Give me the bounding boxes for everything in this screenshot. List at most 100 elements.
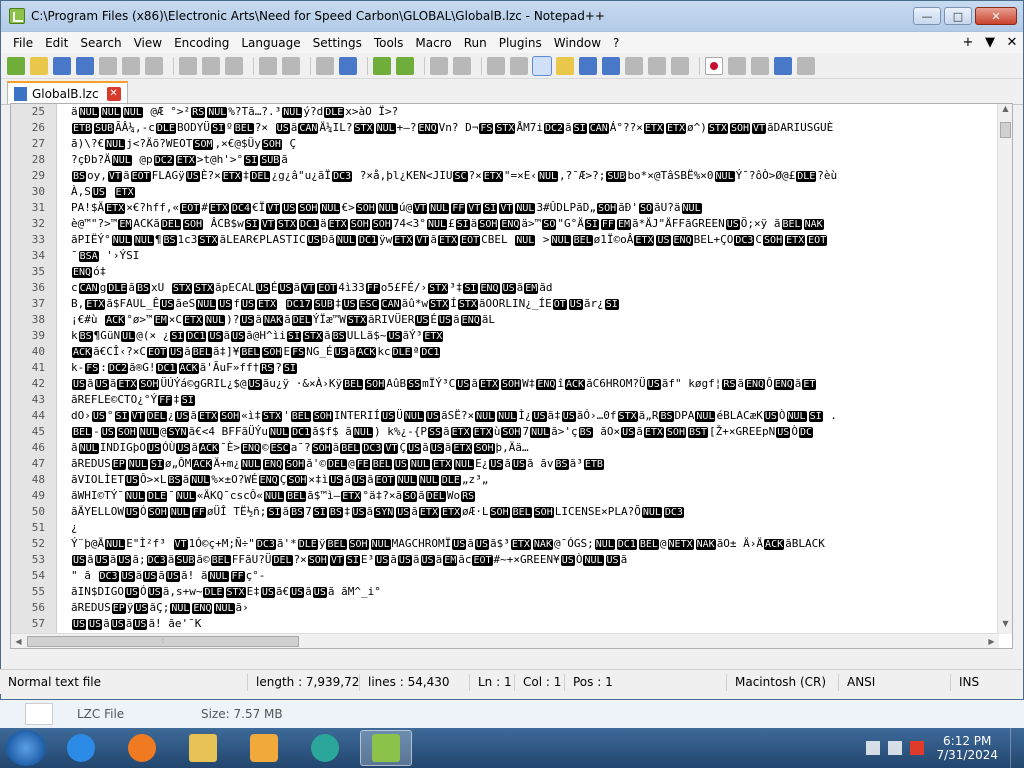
open-file-icon[interactable] [30, 56, 48, 75]
notepadpp-app-icon[interactable] [9, 8, 25, 24]
show-desktop-button[interactable] [1010, 728, 1024, 768]
start-button-icon[interactable] [6, 730, 46, 766]
editor-line[interactable]: 31 PA!$Ä ETX ×€?hff,« EOT # ETX DC4 €Ï VT US SOH NUL… [11, 200, 999, 216]
scroll-left-icon[interactable]: ◀ [11, 634, 26, 648]
taskbar-notepadpp[interactable] [360, 730, 412, 766]
menu-encoding[interactable]: Encoding [168, 36, 235, 50]
menu-plugins[interactable]: Plugins [493, 36, 548, 50]
user-language-icon[interactable] [556, 56, 574, 75]
editor-line[interactable]: 51 ¿ [11, 520, 999, 536]
menu-view[interactable]: View [128, 36, 168, 50]
volume-muted-icon[interactable] [910, 741, 925, 755]
status-eol[interactable]: Macintosh (CR) [727, 673, 839, 691]
minimize-button[interactable]: — [913, 7, 941, 25]
editor-line[interactable]: 40 ACK ã€CÎ‹?×C EOT US ã BEL ã‡]¥ BEL SOH E FS NG_É… [11, 344, 999, 360]
editor-line[interactable]: 41 k- FS: DC2 ã®G! DC1 ACK ã'ÃuF»ff† RS? SI [11, 360, 999, 376]
zoom-in-icon[interactable] [373, 56, 391, 75]
menu-tools[interactable]: Tools [368, 36, 410, 50]
vertical-scrollbar[interactable]: ▲ ▼ [997, 104, 1012, 634]
run-macro-multiple-icon[interactable] [774, 56, 792, 75]
menu-search[interactable]: Search [74, 36, 127, 50]
editor-line[interactable]: 28 ?çÐb?Ä NUL @p DC2 ETX >t@h'>° SI SUB ã [11, 152, 999, 168]
taskbar-internet-explorer[interactable] [55, 730, 107, 766]
menu-edit[interactable]: Edit [39, 36, 74, 50]
taskbar-circle-app[interactable] [299, 730, 351, 766]
editor-line[interactable]: 29 BS oy, VT ã EOT FLAGÿ US È?× ETX ‡ DEL ¿g¿â"u¿ãÏ D… [11, 168, 999, 184]
sync-vertical-icon[interactable] [430, 56, 448, 75]
title-bar[interactable]: C:\Program Files (x86)\Electronic Arts\N… [1, 1, 1023, 32]
preview-icon[interactable] [671, 56, 689, 75]
taskbar-file-explorer[interactable] [177, 730, 229, 766]
menu-help[interactable]: ? [607, 36, 625, 50]
menu-file[interactable]: File [7, 36, 39, 50]
editor-line[interactable]: 46 ã NUL INDIGþO US ÓÙ US ã ACK ¯È> ENQ © ESC a¯? SOH ã… [11, 440, 999, 456]
editor-line[interactable]: 57 US US ã US ã US ã! ãe'¯K [11, 616, 999, 632]
scroll-right-icon[interactable]: ▶ [984, 634, 999, 648]
editor-line[interactable]: 37 B, ETX ã$FAUL_Ê US ãeS NUL US f US ETX DC17 SUB ‡… [11, 296, 999, 312]
text-editor[interactable]: 25 ä NUL NUL NUL @Æ °>² RS NUL %?Tã…?.³ NUL ý?d DL… [10, 103, 1013, 649]
network-icon[interactable] [888, 741, 903, 755]
editor-line[interactable]: 27 ã)\?€ NUL j<?Äõ?WEOT SOM ,×€@$Üy SOH Ç [11, 136, 999, 152]
editor-line[interactable]: 53 US ã US ã US ã; DC3 ã SUB ã© BEL FFãU?Ü DEL ?× SOH VT… [11, 552, 999, 568]
status-encoding[interactable]: ANSI [839, 673, 951, 691]
stop-recording-icon[interactable] [728, 56, 746, 75]
editor-line[interactable]: 30 À,S US ETX [11, 184, 999, 200]
save-all-icon[interactable] [76, 56, 94, 75]
doc-map-icon[interactable] [579, 56, 597, 75]
vertical-scroll-thumb[interactable] [1000, 122, 1011, 138]
tab-close-icon[interactable]: ✕ [106, 86, 121, 101]
sync-horizontal-icon[interactable] [453, 56, 471, 75]
folder-as-workspace-icon[interactable] [625, 56, 643, 75]
taskbar-firefox[interactable] [116, 730, 168, 766]
clock[interactable]: 6:12 PM 7/31/2024 [936, 734, 998, 762]
editor-line[interactable]: 56 ãREDUS EP ÿ US ãÇ; NUL ENQ NUL ã› [11, 600, 999, 616]
editor-line[interactable]: 42 US ã US ã ETX SOH ÜÚÝá©gGRIL¿$@ US ãu¿ÿ ·&×À›K… [11, 376, 999, 392]
save-icon[interactable] [53, 56, 71, 75]
find-icon[interactable] [316, 56, 334, 75]
scroll-up-icon[interactable]: ▲ [998, 104, 1012, 119]
taskbar-media-player[interactable] [238, 730, 290, 766]
menu-run[interactable]: Run [458, 36, 493, 50]
new-file-icon[interactable] [7, 56, 25, 75]
menu-window[interactable]: Window [548, 36, 607, 50]
editor-line[interactable]: 35 ENQ ó‡ [11, 264, 999, 280]
horizontal-scrollbar[interactable]: ◀ ⦙ ▶ [11, 633, 999, 648]
editor-line[interactable]: 50 ãÄYELLOW US Ó SOH NUL FF øÜÎ TË½ñ; SI ã BS 7 SI BS… [11, 504, 999, 520]
editor-line[interactable]: 49 ãWHI©TÝ¯ NUL DLE ¯ NUL «ÄKQ¯cscÔ« NUL BEL ã$™ì… [11, 488, 999, 504]
editor-line[interactable]: 33 ãPIËÝ° NUL NUL ¶ BS 1c3 STX ãLEAR€PLASTIC US Ðã… [11, 232, 999, 248]
tab-globalb-lzc[interactable]: GlobalB.lzc ✕ [7, 81, 128, 104]
print-icon[interactable] [145, 56, 163, 75]
close-document-icon[interactable]: ✕ [1001, 35, 1023, 50]
flag-icon[interactable] [866, 741, 881, 755]
close-all-icon[interactable] [122, 56, 140, 75]
word-wrap-icon[interactable] [487, 56, 505, 75]
editor-line[interactable]: 25 ä NUL NUL NUL @Æ °>² RS NUL %?Tã…?.³ NUL ý?d DL… [11, 104, 999, 120]
indent-guide-icon[interactable] [532, 55, 552, 76]
horizontal-scroll-thumb[interactable]: ⦙ [27, 636, 299, 647]
replace-icon[interactable] [339, 56, 357, 75]
record-macro-icon[interactable] [705, 56, 723, 75]
editor-line[interactable]: 36 c CAN g DLE ã BS xU STX STX ãpECAL US É US ã VT EOT 4… [11, 280, 999, 296]
new-tab-icon[interactable]: + [957, 35, 979, 50]
cut-icon[interactable] [179, 56, 197, 75]
editor-line[interactable]: 47 ãREDUS EP NUL SI ø„ÔM ACK Ä+m¿ NUL ENQ SOH ã'© DE… [11, 456, 999, 472]
zoom-out-icon[interactable] [396, 56, 414, 75]
editor-line[interactable]: 43 ãREFLE©CTO¿°Ý FF ‡ SI [11, 392, 999, 408]
undo-icon[interactable] [259, 56, 277, 75]
status-insert-mode[interactable]: INS [951, 674, 1011, 691]
editor-line[interactable]: 54 " ã DC3 US ã US ã US ã! ã NUL FF ç°- [11, 568, 999, 584]
menu-macro[interactable]: Macro [409, 36, 457, 50]
editor-line[interactable]: 52 Ý¨þ@Ä NUL E"Ì²f³ VT 1Ó©ç+M;Ñ÷" DC3 ã'* DLE ÿ B… [11, 536, 999, 552]
close-button[interactable]: ✕ [975, 7, 1017, 25]
function-list-icon[interactable] [602, 56, 620, 75]
menu-settings[interactable]: Settings [307, 36, 368, 50]
redo-icon[interactable] [282, 56, 300, 75]
show-all-chars-icon[interactable] [510, 56, 528, 75]
editor-line[interactable]: 38 ¡€#ù ACK °ø>™ EM ×C ETX NUL)? US ã NAK ã DEL ÝÏæ™… [11, 312, 999, 328]
scroll-down-icon[interactable]: ▼ [998, 619, 1012, 634]
copy-icon[interactable] [202, 56, 220, 75]
editor-line[interactable]: 44 dO› US ° SI VT DEL ¿ US ã ETX SOH «ì‡ STX ' BEL SOH IN… [11, 408, 999, 424]
paste-icon[interactable] [225, 56, 243, 75]
tab-list-dropdown-icon[interactable]: ▼ [979, 35, 1001, 50]
editor-line[interactable]: 34 ¯ BSA '›ÝSI [11, 248, 999, 264]
